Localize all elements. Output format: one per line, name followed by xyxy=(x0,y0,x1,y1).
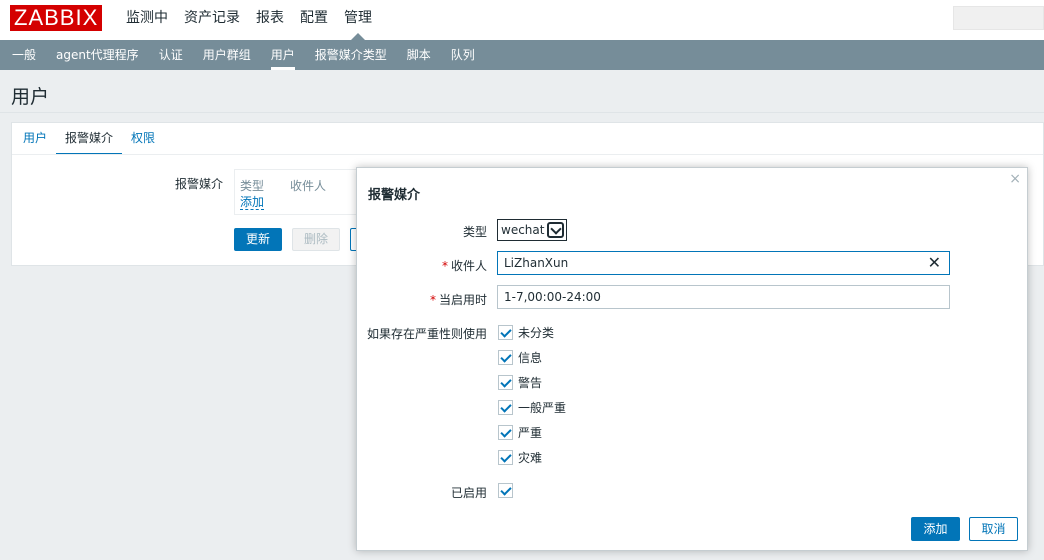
submenu-proxies[interactable]: agent代理程序 xyxy=(46,40,149,70)
enabled-checkbox[interactable] xyxy=(498,483,518,498)
submenu-scripts[interactable]: 脚本 xyxy=(397,40,441,70)
severity-not-classified[interactable]: 未分类 xyxy=(498,324,554,341)
submenu-queue[interactable]: 队列 xyxy=(441,40,485,70)
top-bar: ZABBIX 监测中 资产记录 报表 配置 管理 xyxy=(0,0,1044,40)
submenu-user-groups[interactable]: 用户群组 xyxy=(193,40,261,70)
submenu-general[interactable]: 一般 xyxy=(2,40,46,70)
close-icon[interactable]: × xyxy=(1009,171,1021,187)
severity-high[interactable]: 严重 xyxy=(498,424,542,441)
severity-information[interactable]: 信息 xyxy=(498,349,542,366)
severity-disaster[interactable]: 灾难 xyxy=(498,449,542,466)
form-tabs: 用户 报警媒介 权限 xyxy=(12,123,164,155)
required-mark: * xyxy=(441,259,448,273)
main-menu: 监测中 资产记录 报表 配置 管理 xyxy=(118,0,380,40)
tabs-divider xyxy=(12,154,1043,155)
severity-average[interactable]: 一般严重 xyxy=(498,399,566,416)
severity-warning[interactable]: 警告 xyxy=(498,374,542,391)
submenu-authentication[interactable]: 认证 xyxy=(149,40,193,70)
media-header-type: 类型 xyxy=(240,179,265,193)
period-value: 1-7,00:00-24:00 xyxy=(504,290,601,304)
add-media-link[interactable]: 添加 xyxy=(240,196,265,210)
clear-icon[interactable]: ✕ xyxy=(928,252,941,274)
page-title: 用户 xyxy=(11,86,50,108)
checkbox-icon[interactable] xyxy=(498,400,513,415)
severity-label: 如果存在严重性则使用 xyxy=(366,327,487,341)
checkbox-icon[interactable] xyxy=(498,375,513,390)
menu-inventory[interactable]: 资产记录 xyxy=(176,0,248,40)
menu-configuration[interactable]: 配置 xyxy=(292,0,336,40)
sendto-value: LiZhanXun xyxy=(504,256,569,270)
dialog-title: 报警媒介 xyxy=(368,188,421,203)
period-input[interactable]: 1-7,00:00-24:00 xyxy=(497,285,950,309)
tab-user[interactable]: 用户 xyxy=(14,123,56,154)
tab-permissions[interactable]: 权限 xyxy=(122,123,164,154)
checkbox-icon[interactable] xyxy=(498,350,513,365)
media-label: 报警媒介 xyxy=(175,177,224,191)
tab-media[interactable]: 报警媒介 xyxy=(56,123,123,155)
header-divider xyxy=(0,112,1044,113)
submenu-users[interactable]: 用户 xyxy=(261,40,305,70)
sendto-label: * 收件人 xyxy=(441,259,487,273)
menu-administration[interactable]: 管理 xyxy=(336,0,380,40)
checkbox-icon[interactable] xyxy=(498,325,513,340)
required-mark: * xyxy=(429,293,436,307)
type-select-value: wechat xyxy=(501,223,545,237)
menu-monitoring[interactable]: 监测中 xyxy=(118,0,176,40)
update-button[interactable]: 更新 xyxy=(234,228,282,251)
sub-menu: 一般 agent代理程序 认证 用户群组 用户 报警媒介类型 脚本 队列 xyxy=(0,40,1044,70)
zabbix-logo[interactable]: ZABBIX xyxy=(10,5,103,31)
type-select[interactable]: wechat xyxy=(497,219,568,241)
type-label: 类型 xyxy=(462,225,487,239)
sendto-input[interactable]: LiZhanXun ✕ xyxy=(497,251,950,275)
period-label: * 当启用时 xyxy=(429,293,487,307)
add-button[interactable]: 添加 xyxy=(911,517,960,541)
checkbox-icon[interactable] xyxy=(498,450,513,465)
checkbox-icon[interactable] xyxy=(498,425,513,440)
media-dialog: 报警媒介 × 类型 wechat * 收件人 LiZhanXun ✕ * 当启用时 … xyxy=(356,167,1028,551)
checkbox-icon[interactable] xyxy=(498,483,513,498)
menu-reports[interactable]: 报表 xyxy=(248,0,292,40)
chevron-down-icon xyxy=(547,222,565,238)
enabled-label: 已启用 xyxy=(450,486,487,500)
media-table: 类型 收件人 添加 xyxy=(234,169,374,215)
submenu-media-types[interactable]: 报警媒介类型 xyxy=(305,40,397,70)
media-header-sendto: 收件人 xyxy=(290,179,327,193)
delete-button: 删除 xyxy=(292,228,340,251)
cancel-button[interactable]: 取消 xyxy=(969,517,1018,541)
search-input[interactable] xyxy=(953,6,1044,30)
